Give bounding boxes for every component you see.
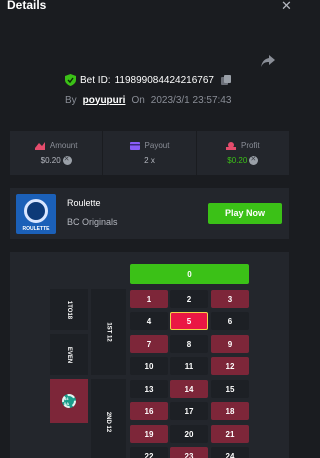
coin-icon [62, 155, 72, 165]
stat-payout-label: Payout [144, 141, 170, 150]
bet-1to18-label: 1TO18 [65, 300, 72, 319]
header-bar: Details ✕ [0, 0, 296, 20]
stat-profit: Profit $0.20 [196, 131, 289, 175]
number-cell-0[interactable]: 0 [130, 264, 249, 284]
number-cell-6[interactable]: 6 [211, 312, 249, 330]
game-name: Roulette [67, 198, 101, 208]
game-card: ROULETTE Roulette BC Originals Play Now [10, 188, 289, 239]
number-cell-17[interactable]: 17 [170, 402, 208, 420]
number-cell-20[interactable]: 20 [170, 425, 208, 443]
stat-profit-value: $0.20 [227, 156, 248, 165]
bet-id-label: Bet ID: [80, 74, 111, 86]
page-title: Details [7, 0, 47, 12]
copy-icon[interactable] [220, 75, 231, 85]
verified-shield-icon [65, 74, 77, 86]
number-cell-14[interactable]: 14 [170, 380, 208, 398]
number-cell-22[interactable]: 22 [130, 447, 168, 458]
number-cell-13[interactable]: 13 [130, 380, 168, 398]
number-cell-11[interactable]: 11 [170, 357, 208, 375]
number-cell-4[interactable]: 4 [130, 312, 168, 330]
roulette-board: 0 1TO18 EVEN $4 0A 1ST 12 2ND 12 1234567… [10, 252, 289, 458]
bet-1to18[interactable]: 1TO18 [50, 289, 88, 330]
number-cell-3[interactable]: 3 [211, 290, 249, 308]
bet-1st-12[interactable]: 1ST 12 [91, 289, 126, 375]
number-cell-19[interactable]: 19 [130, 425, 168, 443]
payout-icon [129, 141, 140, 150]
bet-chip-icon: $4 0A [62, 394, 76, 408]
stat-amount-value: $0.20 [40, 156, 61, 165]
number-cell-12[interactable]: 12 [211, 357, 249, 375]
number-cell-24[interactable]: 24 [211, 447, 249, 458]
play-now-button[interactable]: Play Now [208, 203, 282, 224]
number-cell-23[interactable]: 23 [170, 447, 208, 458]
stat-amount: Amount $0.20 [10, 131, 104, 175]
username-link[interactable]: poyupuri [83, 95, 126, 106]
thumbnail-title: ROULETTE [22, 226, 50, 232]
number-cell-5[interactable]: 5 [170, 312, 208, 330]
bet-even[interactable]: EVEN [50, 334, 88, 375]
dozen-2-label: 2ND 12 [105, 411, 112, 433]
dozen-1-label: 1ST 12 [105, 322, 112, 342]
bet-datetime: 2023/3/1 23:57:43 [150, 94, 232, 106]
number-cell-21[interactable]: 21 [211, 425, 249, 443]
share-icon[interactable] [260, 54, 276, 68]
bet-even-label: EVEN [66, 346, 72, 363]
number-cell-1[interactable]: 1 [130, 290, 168, 308]
on-label: On [131, 94, 145, 106]
close-icon[interactable]: ✕ [281, 0, 292, 12]
stat-payout: Payout 2 x [103, 131, 197, 175]
number-cell-9[interactable]: 9 [211, 335, 249, 353]
number-cell-10[interactable]: 10 [130, 357, 168, 375]
number-cell-15[interactable]: 15 [211, 380, 249, 398]
stat-profit-label: Profit [240, 141, 260, 150]
bet-id-value: 119899084424216767 [114, 74, 214, 86]
number-cell-7[interactable]: 7 [130, 335, 168, 353]
stat-amount-label: Amount [49, 141, 78, 150]
number-cell-16[interactable]: 16 [130, 402, 168, 420]
coin-icon [249, 155, 259, 165]
amount-icon [34, 141, 45, 150]
bet-red-with-chip[interactable]: $4 0A [50, 379, 88, 423]
stat-payout-value: 2 x [144, 156, 155, 165]
number-cell-18[interactable]: 18 [211, 402, 249, 420]
game-provider: BC Originals [67, 217, 118, 227]
game-thumbnail[interactable]: ROULETTE [16, 194, 56, 234]
number-cell-2[interactable]: 2 [170, 290, 208, 308]
bet-stats: Amount $0.20 Payout 2 x Profit $0.20 [10, 131, 289, 175]
by-label: By [65, 94, 77, 106]
roulette-wheel-icon [24, 199, 48, 223]
bet-2nd-12[interactable]: 2ND 12 [91, 379, 126, 458]
number-cell-8[interactable]: 8 [170, 335, 208, 353]
bet-byline: By poyupuri On 2023/3/1 23:57:43 [65, 94, 231, 106]
profit-icon [225, 141, 236, 150]
bet-id-row: Bet ID: 119899084424216767 [0, 73, 296, 87]
